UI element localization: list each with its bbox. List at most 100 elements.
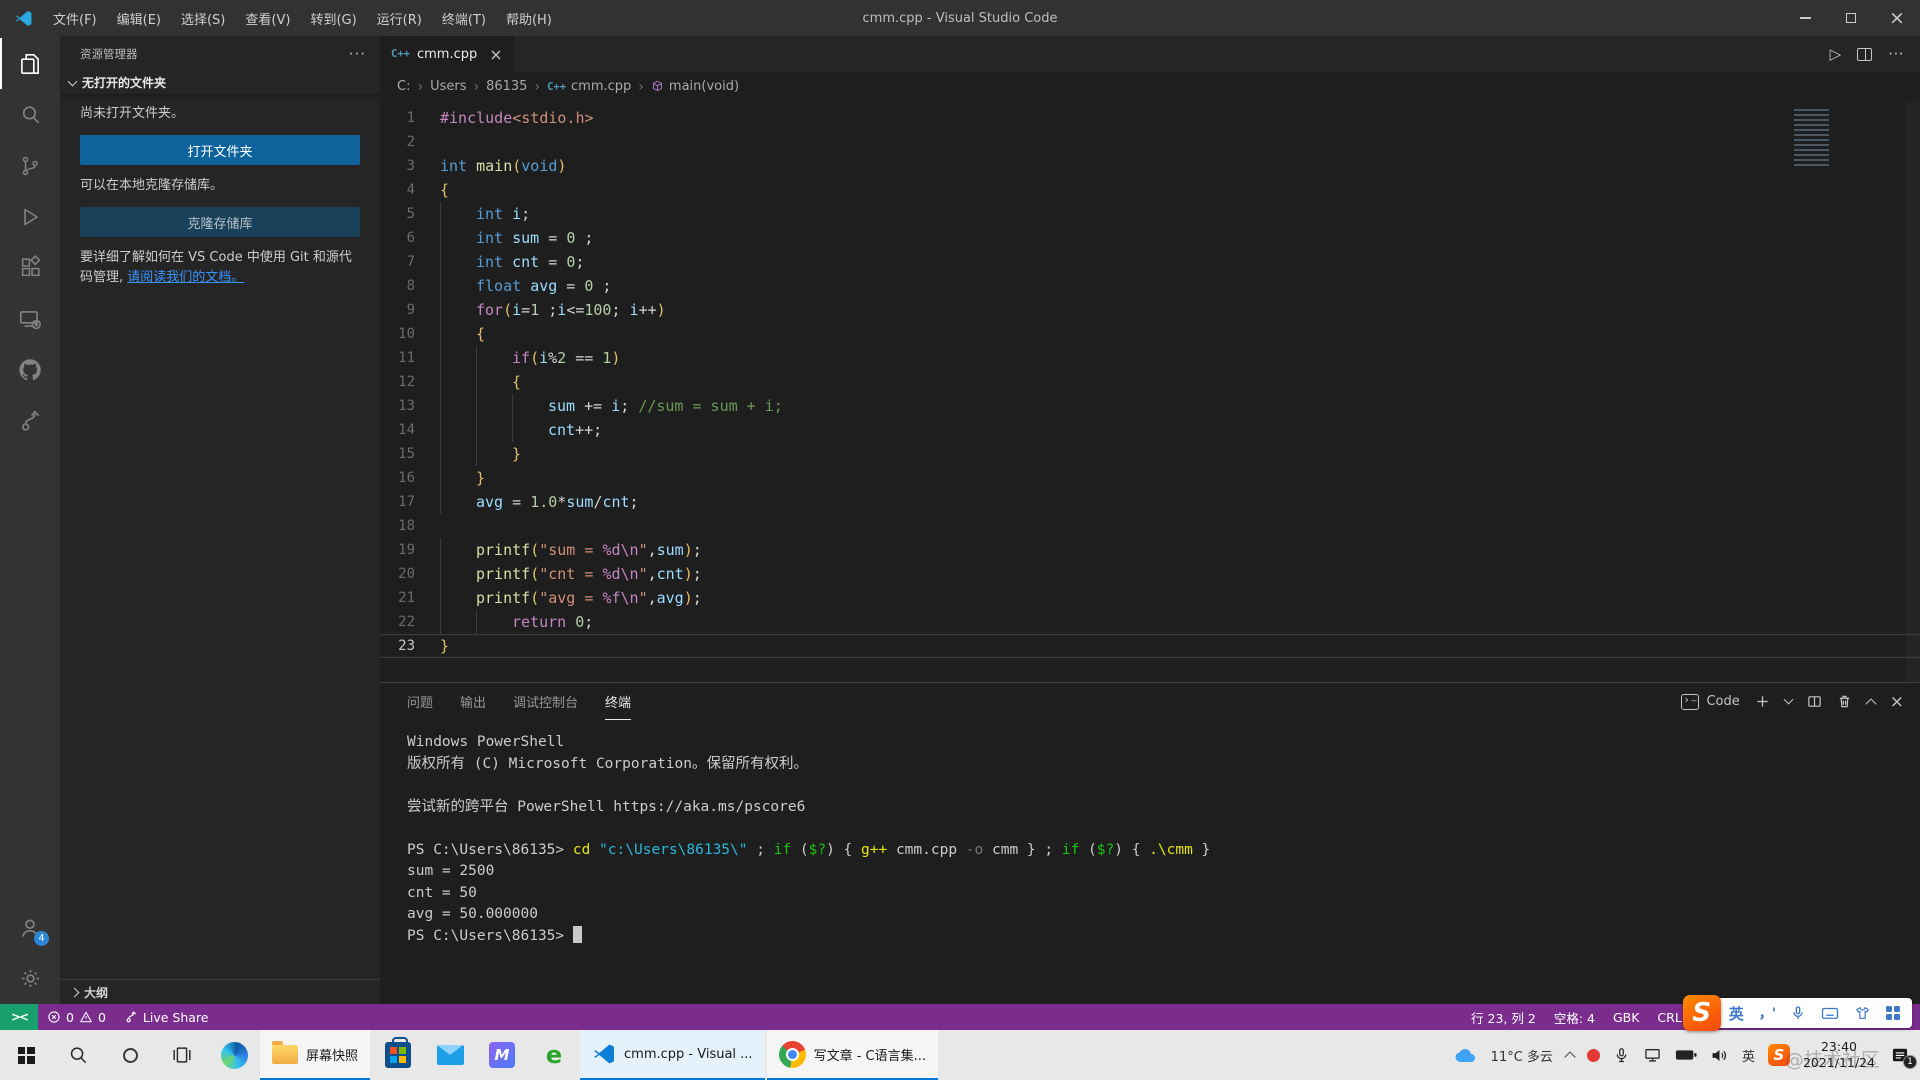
sogou-logo-icon[interactable]: S (1682, 995, 1721, 1031)
ime-skin-icon[interactable] (1854, 1005, 1871, 1021)
start-button[interactable] (0, 1030, 52, 1080)
activity-source-control[interactable] (0, 140, 60, 191)
line-number: 12 (398, 374, 415, 390)
minimize-button[interactable] (1782, 0, 1828, 36)
source-control-icon (22, 156, 38, 175)
maximize-button[interactable] (1828, 0, 1874, 36)
activity-search[interactable] (0, 89, 60, 140)
taskbar-window-screenshots[interactable]: 屏幕快照 (260, 1030, 371, 1080)
taskbar-window-vscode[interactable]: cmm.cpp - Visual ... (580, 1030, 765, 1080)
panel-tab-2[interactable]: 调试控制台 (513, 683, 578, 720)
docs-link[interactable]: 请阅读我们的文档。 (127, 270, 244, 285)
ime-punctuation-toggle[interactable]: ，' (1759, 1003, 1776, 1023)
split-editor-button[interactable] (1857, 47, 1873, 61)
open-folder-button[interactable]: 打开文件夹 (80, 135, 360, 166)
hidden-icons-chevron[interactable] (1564, 1051, 1576, 1063)
menu-item-6[interactable]: 终端(T) (432, 5, 496, 32)
panel-tab-1[interactable]: 输出 (460, 683, 486, 720)
line-number: 2 (406, 134, 415, 150)
breadcrumb-86135[interactable]: 86135 (486, 79, 527, 94)
tab-close-icon[interactable]: × (489, 45, 502, 64)
code-line-17: 17 avg = 1.0*sum/cnt; (380, 490, 1920, 514)
action-center-button[interactable]: 1 (1888, 1044, 1917, 1069)
menu-item-0[interactable]: 文件(F) (43, 5, 107, 32)
close-button[interactable]: × (1874, 0, 1920, 36)
m-app-button[interactable]: M (476, 1030, 528, 1080)
panel-tab-0[interactable]: 问题 (407, 683, 433, 720)
more-actions-icon[interactable]: ··· (349, 45, 366, 63)
new-terminal-icon[interactable] (1755, 694, 1770, 709)
terminal-profile-select[interactable]: Code (1681, 691, 1740, 710)
code-editor[interactable]: 1 #include<stdio.h> 2 3 int main(void) 4{5 int… (380, 101, 1920, 682)
live-share-status[interactable]: Live Share (115, 1004, 218, 1030)
weather-status[interactable]: 11°C 多云 (1491, 1046, 1553, 1065)
volume-icon[interactable] (1710, 1047, 1729, 1064)
breadcrumb-file[interactable]: C++ cmm.cpp (547, 79, 631, 94)
terminal-dropdown-icon[interactable] (1783, 694, 1794, 705)
taskbar-clock[interactable]: 23:40 2021/11/24 (1803, 1039, 1875, 1072)
split-terminal-icon[interactable] (1807, 694, 1822, 709)
terminal-line-5: PS C:\Users\86135> cd "c:\Users\86135\" … (407, 841, 1211, 858)
sogou-ime-bar: S 英 ，' (1682, 995, 1912, 1031)
cursor-position[interactable]: 行 23, 列 2 (1462, 1004, 1545, 1030)
ime-language-toggle[interactable]: 英 (1729, 1003, 1744, 1024)
editor-scrollbar[interactable] (1906, 101, 1920, 682)
tray-language-indicator[interactable]: 英 (1742, 1046, 1755, 1065)
breadcrumb-users[interactable]: Users (430, 79, 466, 94)
ethernet-icon[interactable] (1643, 1047, 1662, 1064)
tray-app-icon[interactable] (1586, 1048, 1600, 1062)
problems-status[interactable]: 0 0 (38, 1004, 115, 1030)
menu-item-5[interactable]: 运行(R) (367, 5, 432, 32)
activity-github[interactable] (0, 344, 60, 395)
kill-terminal-icon[interactable] (1837, 694, 1852, 709)
close-panel-icon[interactable]: × (1890, 692, 1904, 712)
activity-extensions[interactable] (0, 242, 60, 293)
task-view-button[interactable] (156, 1030, 208, 1080)
activity-settings[interactable] (0, 953, 60, 1004)
ime-mic-icon[interactable] (1790, 1005, 1806, 1021)
indentation-status[interactable]: 空格: 4 (1545, 1004, 1604, 1030)
battery-icon[interactable] (1675, 1048, 1697, 1062)
panel-tab-3[interactable]: 终端 (605, 683, 632, 720)
breadcrumb-drive[interactable]: C: (397, 79, 410, 94)
code-line-18: 18 (380, 514, 1920, 538)
microphone-icon[interactable] (1613, 1047, 1630, 1064)
menu-item-2[interactable]: 选择(S) (171, 5, 235, 32)
vscode-window: 文件(F) 编辑(E) 选择(S) 查看(V) 转到(G) 运行(R) 终端(T) 帮助(H)… (0, 0, 1920, 1080)
maximize-panel-icon[interactable] (1865, 697, 1877, 710)
activity-live-share[interactable] (0, 395, 60, 446)
tab-cmm-cpp[interactable]: C++ cmm.cpp × (380, 36, 514, 72)
minimap[interactable] (1794, 109, 1846, 167)
remote-indicator[interactable]: >< (0, 1004, 38, 1030)
clone-repo-button[interactable]: 克隆存储库 (80, 207, 360, 238)
section-no-folder[interactable]: 无打开的文件夹 (60, 71, 380, 94)
editor-more-actions[interactable]: ··· (1888, 45, 1904, 63)
menu-item-3[interactable]: 查看(V) (235, 5, 300, 32)
edge-button[interactable] (208, 1030, 260, 1080)
activity-accounts[interactable]: 4 (0, 902, 60, 953)
taskbar-search-button[interactable] (52, 1030, 104, 1080)
menu-item-4[interactable]: 转到(G) (300, 5, 366, 32)
cloud-icon[interactable] (1454, 1045, 1478, 1065)
breadcrumb-symbol[interactable]: main(void) (651, 79, 739, 94)
status-bar: >< 0 0 Live Share 行 23, 列 2 空格: 4 GBK CR… (0, 1004, 1920, 1030)
menu-item-1[interactable]: 编辑(E) (107, 5, 171, 32)
cortana-button[interactable] (104, 1030, 156, 1080)
line-number: 5 (406, 206, 415, 222)
activity-remote-explorer[interactable] (0, 293, 60, 344)
ime-toolbox-icon[interactable] (1886, 1006, 1900, 1020)
terminal[interactable]: Windows PowerShell 版权所有 (C) Microsoft Cor… (380, 720, 1920, 1004)
line-number: 16 (398, 470, 415, 486)
section-outline[interactable]: 大纲 (60, 979, 380, 1004)
activity-explorer[interactable] (0, 38, 60, 89)
activity-run-debug[interactable] (0, 191, 60, 242)
encoding-status[interactable]: GBK (1604, 1004, 1648, 1030)
run-file-button[interactable]: ▷ (1830, 45, 1842, 63)
e-browser-button[interactable]: e (528, 1030, 580, 1080)
ime-keyboard-icon[interactable] (1821, 1005, 1839, 1021)
mail-button[interactable] (424, 1030, 476, 1080)
sogou-tray-icon[interactable]: S (1767, 1044, 1790, 1066)
store-button[interactable] (372, 1030, 424, 1080)
taskbar-window-chrome[interactable]: 写文章 - C语言集... (766, 1030, 939, 1080)
menu-item-7[interactable]: 帮助(H) (496, 5, 562, 32)
